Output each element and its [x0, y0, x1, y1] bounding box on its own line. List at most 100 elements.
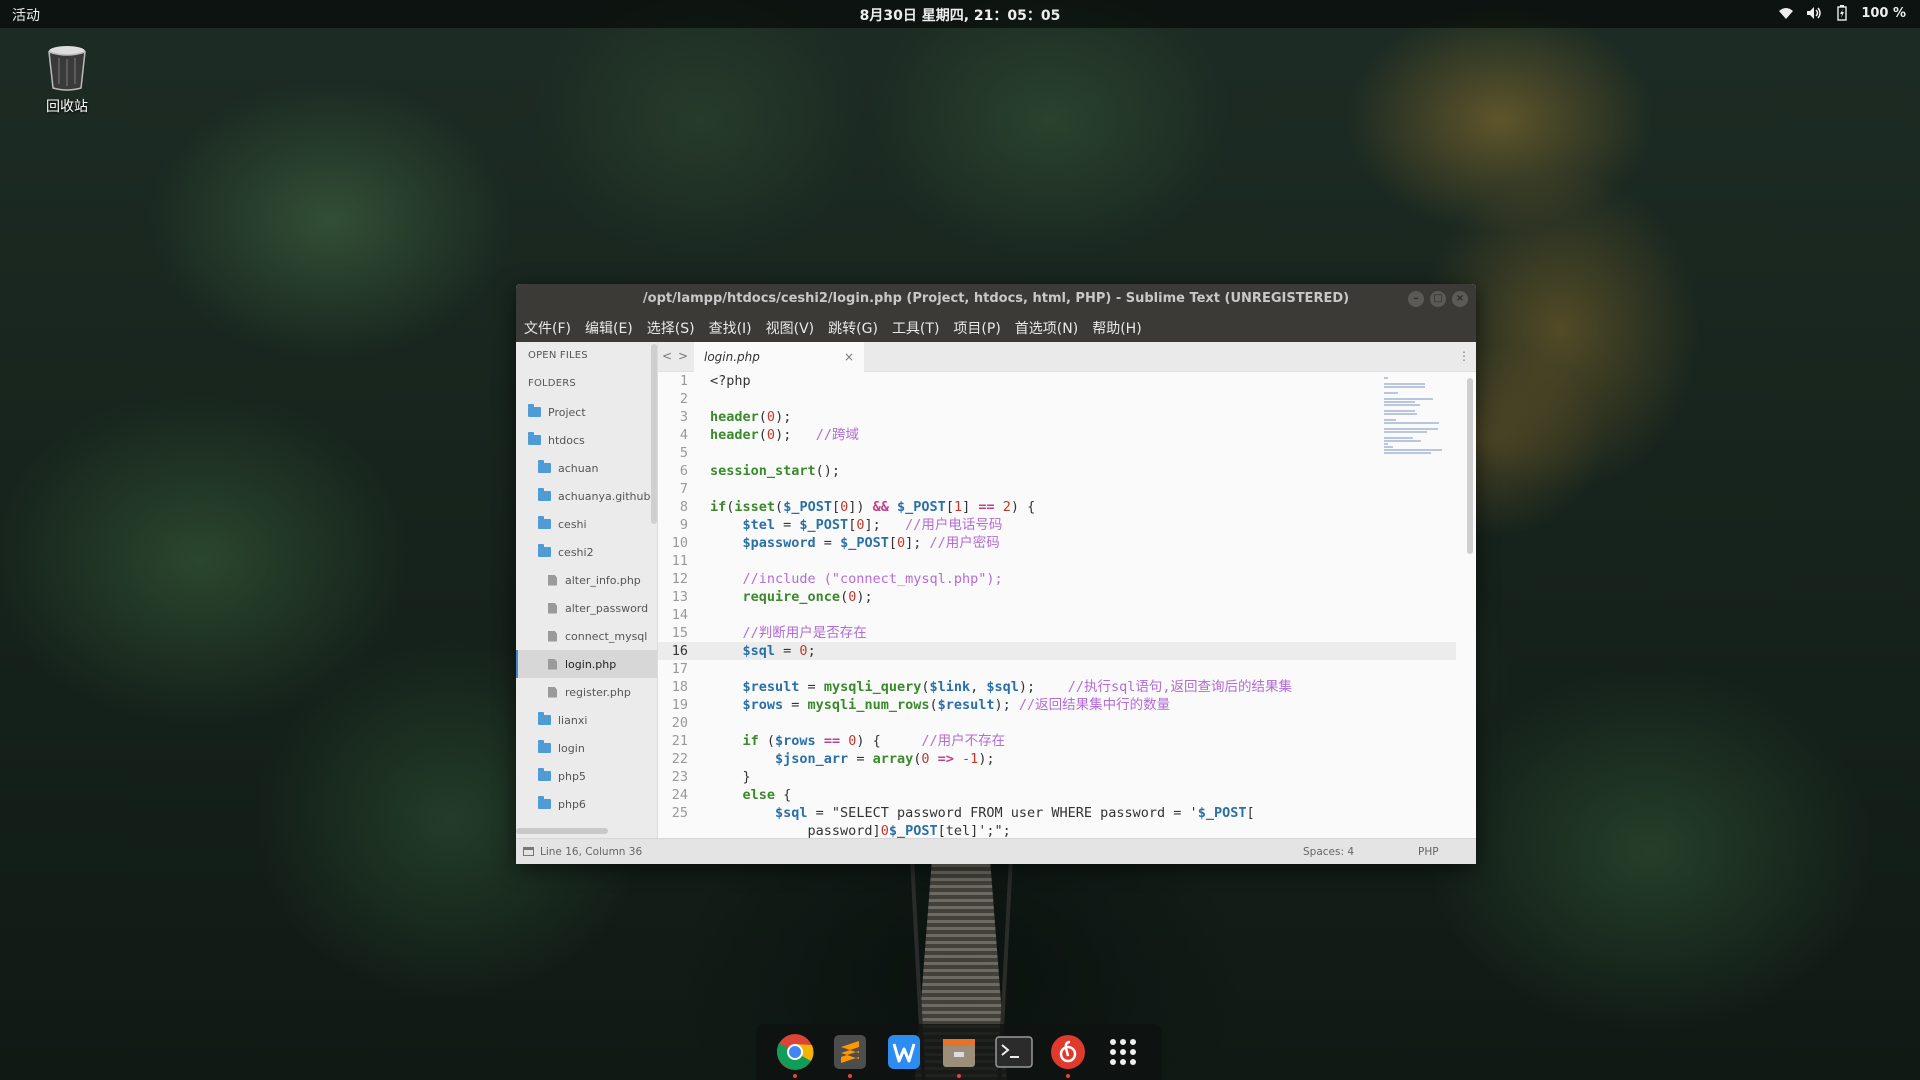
- dock-item-show-apps[interactable]: [1103, 1032, 1143, 1072]
- menu-item[interactable]: 视图(V): [766, 318, 815, 338]
- folder-item[interactable]: ceshi: [516, 510, 657, 538]
- line-number: 19: [671, 697, 688, 713]
- indentation-setting[interactable]: Spaces: 4: [1303, 846, 1354, 858]
- code-line[interactable]: 22 $json_arr = array(0 => -1);: [658, 750, 1456, 768]
- code-line[interactable]: 6 session_start();: [658, 462, 1456, 480]
- system-tray[interactable]: 100 %: [1777, 4, 1906, 22]
- cursor-position[interactable]: Line 16, Column 36: [540, 846, 642, 858]
- dock-item-sublime-text[interactable]: [830, 1032, 870, 1078]
- sublime-text-window[interactable]: /opt/lampp/htdocs/ceshi2/login.php (Proj…: [516, 284, 1476, 864]
- folder-item[interactable]: login: [516, 734, 657, 762]
- minimap-line: [1384, 449, 1442, 451]
- code-line[interactable]: 7: [658, 480, 1456, 498]
- code-area[interactable]: 1 <?php 2 3 header(0); 4 header(0); //跨域 5 6 sess…: [658, 372, 1456, 838]
- wifi-icon[interactable]: [1777, 4, 1795, 22]
- tab-login-php[interactable]: login.php ×: [694, 342, 864, 372]
- code-text: if(isset($_POST[0]) && $_POST[1] == 2) {: [710, 499, 1036, 515]
- code-line[interactable]: 2: [658, 390, 1456, 408]
- folder-item[interactable]: php5: [516, 762, 657, 790]
- code-line[interactable]: 21 if ($rows == 0) { //用户不存在: [658, 732, 1456, 750]
- code-line[interactable]: 20: [658, 714, 1456, 732]
- minimap-line: [1384, 410, 1416, 412]
- code-line[interactable]: 19 $rows = mysqli_num_rows($result); //返…: [658, 696, 1456, 714]
- clock[interactable]: 8月30日 星期四, 21：05：05: [860, 5, 1061, 25]
- activities-button[interactable]: 活动: [12, 5, 40, 25]
- sidebar-horizontal-scrollbar[interactable]: [516, 828, 608, 834]
- line-number: 9: [679, 517, 688, 533]
- folder-item[interactable]: lianxi: [516, 706, 657, 734]
- running-indicator: [793, 1074, 798, 1078]
- folder-item[interactable]: achuanya.github: [516, 482, 657, 510]
- volume-icon[interactable]: [1805, 4, 1823, 22]
- minimap[interactable]: [1384, 376, 1456, 466]
- file-item[interactable]: connect_mysql: [516, 622, 657, 650]
- syntax-selector[interactable]: PHP: [1418, 846, 1439, 858]
- menu-item[interactable]: 文件(F): [524, 318, 571, 338]
- line-number: 13: [671, 589, 688, 605]
- folder-item[interactable]: htdocs: [516, 426, 657, 454]
- code-line[interactable]: 23 }: [658, 768, 1456, 786]
- dock-item-file-manager[interactable]: [939, 1032, 979, 1078]
- minimize-button[interactable]: –: [1408, 291, 1424, 307]
- code-line[interactable]: 24 else {: [658, 786, 1456, 804]
- folder-item[interactable]: php6: [516, 790, 657, 818]
- menu-item[interactable]: 跳转(G): [828, 318, 878, 338]
- close-button[interactable]: ×: [1452, 291, 1468, 307]
- dock-item-netease-music[interactable]: [1048, 1032, 1088, 1078]
- menu-item[interactable]: 查找(I): [709, 318, 752, 338]
- editor-scrollbar[interactable]: [1467, 378, 1473, 554]
- minimap-line: [1384, 440, 1422, 442]
- maximize-button[interactable]: □: [1430, 291, 1446, 307]
- code-line[interactable]: 1 <?php: [658, 372, 1456, 390]
- dock-item-chrome[interactable]: [775, 1032, 815, 1078]
- line-number: 7: [679, 481, 688, 497]
- status-bar: Line 16, Column 36 Spaces: 4 PHP: [516, 838, 1476, 864]
- menu-bar: 文件(F) 编辑(E) 选择(S) 查找(I) 视图(V) 跳转(G) 工具(T) 项目(P)…: [516, 314, 1476, 342]
- file-item[interactable]: alter_password: [516, 594, 657, 622]
- file-item[interactable]: register.php: [516, 678, 657, 706]
- code-line[interactable]: 10 $password = $_POST[0]; //用户密码: [658, 534, 1456, 552]
- battery-icon[interactable]: [1833, 4, 1851, 22]
- tab-close-icon[interactable]: ×: [844, 342, 854, 372]
- code-line[interactable]: 25 $sql = "SELECT password FROM user WHE…: [658, 804, 1456, 822]
- minimap-line: [1384, 386, 1426, 388]
- dock-item-terminal[interactable]: [994, 1032, 1034, 1072]
- open-files-header[interactable]: OPEN FILES: [516, 342, 657, 370]
- trash-desktop-item[interactable]: 回收站: [36, 44, 98, 116]
- menu-item[interactable]: 项目(P): [953, 318, 1000, 338]
- panel-toggle-icon[interactable]: [523, 847, 534, 856]
- code-line[interactable]: 3 header(0);: [658, 408, 1456, 426]
- window-titlebar[interactable]: /opt/lampp/htdocs/ceshi2/login.php (Proj…: [516, 284, 1476, 314]
- menu-item[interactable]: 编辑(E): [585, 318, 633, 338]
- code-line[interactable]: 5: [658, 444, 1456, 462]
- sidebar-scrollbar[interactable]: [651, 344, 657, 524]
- editor-pane[interactable]: <> login.php × ⋮ 1 <?php 2 3 header(0); 4 head…: [658, 342, 1476, 838]
- code-line[interactable]: password]0$_POST[tel]';";: [658, 822, 1456, 838]
- menu-item[interactable]: 工具(T): [892, 318, 939, 338]
- code-line[interactable]: 18 $result = mysqli_query($link, $sql); …: [658, 678, 1456, 696]
- file-item[interactable]: alter_info.php: [516, 566, 657, 594]
- code-line[interactable]: 9 $tel = $_POST[0]; //用户电话号码: [658, 516, 1456, 534]
- tab-navigation-arrows[interactable]: <>: [662, 349, 694, 363]
- code-line[interactable]: 15 //判断用户是否存在: [658, 624, 1456, 642]
- menu-item[interactable]: 选择(S): [647, 318, 695, 338]
- folder-item[interactable]: ceshi2: [516, 538, 657, 566]
- more-icon[interactable]: ⋮: [1458, 349, 1470, 363]
- menu-item[interactable]: 首选项(N): [1015, 318, 1078, 338]
- tab-label: login.php: [704, 350, 760, 364]
- folder-item[interactable]: Project: [516, 398, 657, 426]
- code-line[interactable]: 16 $sql = 0;: [658, 642, 1456, 660]
- folder-item[interactable]: achuan: [516, 454, 657, 482]
- code-line[interactable]: 14: [658, 606, 1456, 624]
- code-line[interactable]: 12 //include ("connect_mysql.php");: [658, 570, 1456, 588]
- dock-item-wps-writer[interactable]: [884, 1032, 924, 1072]
- folders-header[interactable]: FOLDERS: [516, 370, 657, 398]
- code-line[interactable]: 4 header(0); //跨域: [658, 426, 1456, 444]
- code-line[interactable]: 13 require_once(0);: [658, 588, 1456, 606]
- menu-item[interactable]: 帮助(H): [1092, 318, 1141, 338]
- file-item[interactable]: login.php: [516, 650, 657, 678]
- code-line[interactable]: 8 if(isset($_POST[0]) && $_POST[1] == 2) …: [658, 498, 1456, 516]
- code-line[interactable]: 17: [658, 660, 1456, 678]
- code-line[interactable]: 11: [658, 552, 1456, 570]
